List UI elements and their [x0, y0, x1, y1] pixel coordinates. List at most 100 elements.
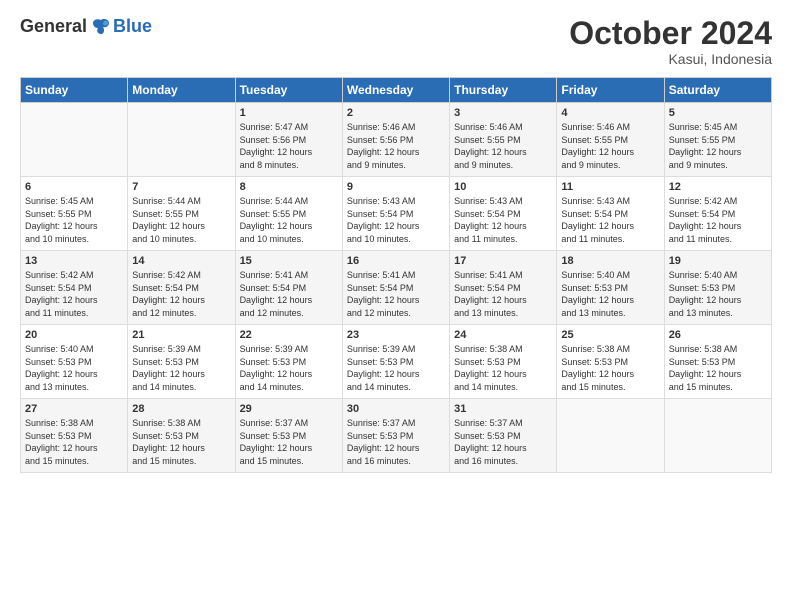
day-info: Sunrise: 5:47 AM Sunset: 5:56 PM Dayligh…	[240, 121, 338, 171]
header-wednesday: Wednesday	[342, 78, 449, 103]
day-info: Sunrise: 5:46 AM Sunset: 5:55 PM Dayligh…	[454, 121, 552, 171]
day-info: Sunrise: 5:46 AM Sunset: 5:56 PM Dayligh…	[347, 121, 445, 171]
day-info: Sunrise: 5:39 AM Sunset: 5:53 PM Dayligh…	[240, 343, 338, 393]
table-row: 17Sunrise: 5:41 AM Sunset: 5:54 PM Dayli…	[450, 251, 557, 325]
table-row: 21Sunrise: 5:39 AM Sunset: 5:53 PM Dayli…	[128, 325, 235, 399]
day-number: 12	[669, 181, 767, 193]
day-info: Sunrise: 5:38 AM Sunset: 5:53 PM Dayligh…	[132, 417, 230, 467]
day-number: 14	[132, 255, 230, 267]
day-info: Sunrise: 5:42 AM Sunset: 5:54 PM Dayligh…	[25, 269, 123, 319]
day-number: 24	[454, 329, 552, 341]
table-row: 28 Sunrise: 5:38 AM Sunset: 5:53 PM Dayli…	[128, 399, 235, 473]
day-info: Sunrise: 5:40 AM Sunset: 5:53 PM Dayligh…	[25, 343, 123, 393]
table-row: 29Sunrise: 5:37 AM Sunset: 5:53 PM Dayli…	[235, 399, 342, 473]
day-info: Sunrise: 5:40 AM Sunset: 5:53 PM Dayligh…	[561, 269, 659, 319]
day-info: Sunrise: 5:43 AM Sunset: 5:54 PM Dayligh…	[347, 195, 445, 245]
table-row: 18 Sunrise: 5:40 AM Sunset: 5:53 PM Dayli…	[557, 251, 664, 325]
day-number: 10	[454, 181, 552, 193]
day-info: Sunrise: 5:37 AM Sunset: 5:53 PM Dayligh…	[347, 417, 445, 467]
day-number: 26	[669, 329, 767, 341]
location: Kasui, Indonesia	[569, 51, 772, 67]
day-number: 4	[561, 107, 659, 119]
day-info: Sunrise: 5:44 AM Sunset: 5:55 PM Dayligh…	[240, 195, 338, 245]
table-row: 4 Sunrise: 5:46 AM Sunset: 5:55 PM Daylig…	[557, 103, 664, 177]
calendar-week-row: 6Sunrise: 5:45 AM Sunset: 5:55 PM Daylig…	[21, 177, 772, 251]
day-number: 16	[347, 255, 445, 267]
day-number: 31	[454, 403, 552, 415]
logo-general-text: General	[20, 16, 87, 37]
table-row	[128, 103, 235, 177]
day-number: 18	[561, 255, 659, 267]
day-number: 13	[25, 255, 123, 267]
day-info: Sunrise: 5:40 AM Sunset: 5:53 PM Dayligh…	[669, 269, 767, 319]
day-info: Sunrise: 5:42 AM Sunset: 5:54 PM Dayligh…	[132, 269, 230, 319]
calendar-week-row: 27Sunrise: 5:38 AM Sunset: 5:53 PM Dayli…	[21, 399, 772, 473]
day-number: 25	[561, 329, 659, 341]
calendar-week-row: 20Sunrise: 5:40 AM Sunset: 5:53 PM Dayli…	[21, 325, 772, 399]
header-monday: Monday	[128, 78, 235, 103]
logo-blue-text: Blue	[113, 16, 152, 37]
table-row: 12 Sunrise: 5:42 AM Sunset: 5:54 PM Dayli…	[664, 177, 771, 251]
header-saturday: Saturday	[664, 78, 771, 103]
table-row: 15 Sunrise: 5:41 AM Sunset: 5:54 PM Dayli…	[235, 251, 342, 325]
day-info: Sunrise: 5:41 AM Sunset: 5:54 PM Dayligh…	[454, 269, 552, 319]
day-info: Sunrise: 5:42 AM Sunset: 5:54 PM Dayligh…	[669, 195, 767, 245]
table-row: 2 Sunrise: 5:46 AM Sunset: 5:56 PM Daylig…	[342, 103, 449, 177]
calendar-week-row: 13 Sunrise: 5:42 AM Sunset: 5:54 PM Dayli…	[21, 251, 772, 325]
day-info: Sunrise: 5:38 AM Sunset: 5:53 PM Dayligh…	[25, 417, 123, 467]
header-friday: Friday	[557, 78, 664, 103]
table-row: 31 Sunrise: 5:37 AM Sunset: 5:53 PM Dayli…	[450, 399, 557, 473]
table-row	[664, 399, 771, 473]
table-row: 26 Sunrise: 5:38 AM Sunset: 5:53 PM Dayli…	[664, 325, 771, 399]
day-number: 1	[240, 107, 338, 119]
calendar-table: Sunday Monday Tuesday Wednesday Thursday…	[20, 77, 772, 473]
logo-bird-icon	[91, 18, 111, 36]
day-number: 15	[240, 255, 338, 267]
header-thursday: Thursday	[450, 78, 557, 103]
day-info: Sunrise: 5:41 AM Sunset: 5:54 PM Dayligh…	[240, 269, 338, 319]
table-row: 20Sunrise: 5:40 AM Sunset: 5:53 PM Dayli…	[21, 325, 128, 399]
month-title: October 2024	[569, 16, 772, 51]
table-row: 13 Sunrise: 5:42 AM Sunset: 5:54 PM Dayli…	[21, 251, 128, 325]
calendar-page: General Blue October 2024 Kasui, Indones…	[0, 0, 792, 612]
calendar-week-row: 1 Sunrise: 5:47 AM Sunset: 5:56 PM Daylig…	[21, 103, 772, 177]
table-row: 10 Sunrise: 5:43 AM Sunset: 5:54 PM Dayli…	[450, 177, 557, 251]
day-number: 7	[132, 181, 230, 193]
day-number: 19	[669, 255, 767, 267]
day-info: Sunrise: 5:39 AM Sunset: 5:53 PM Dayligh…	[347, 343, 445, 393]
table-row: 25 Sunrise: 5:38 AM Sunset: 5:53 PM Dayli…	[557, 325, 664, 399]
day-number: 23	[347, 329, 445, 341]
day-number: 28	[132, 403, 230, 415]
day-number: 2	[347, 107, 445, 119]
day-info: Sunrise: 5:38 AM Sunset: 5:53 PM Dayligh…	[669, 343, 767, 393]
day-number: 9	[347, 181, 445, 193]
table-row: 3Sunrise: 5:46 AM Sunset: 5:55 PM Daylig…	[450, 103, 557, 177]
calendar-header-row: Sunday Monday Tuesday Wednesday Thursday…	[21, 78, 772, 103]
day-number: 29	[240, 403, 338, 415]
title-section: October 2024 Kasui, Indonesia	[569, 16, 772, 67]
table-row: 24 Sunrise: 5:38 AM Sunset: 5:53 PM Dayli…	[450, 325, 557, 399]
table-row: 23 Sunrise: 5:39 AM Sunset: 5:53 PM Dayli…	[342, 325, 449, 399]
table-row: 5Sunrise: 5:45 AM Sunset: 5:55 PM Daylig…	[664, 103, 771, 177]
table-row: 19 Sunrise: 5:40 AM Sunset: 5:53 PM Dayli…	[664, 251, 771, 325]
day-number: 8	[240, 181, 338, 193]
table-row: 7Sunrise: 5:44 AM Sunset: 5:55 PM Daylig…	[128, 177, 235, 251]
table-row: 27Sunrise: 5:38 AM Sunset: 5:53 PM Dayli…	[21, 399, 128, 473]
day-number: 11	[561, 181, 659, 193]
table-row: 11Sunrise: 5:43 AM Sunset: 5:54 PM Dayli…	[557, 177, 664, 251]
day-info: Sunrise: 5:46 AM Sunset: 5:55 PM Dayligh…	[561, 121, 659, 171]
day-info: Sunrise: 5:37 AM Sunset: 5:53 PM Dayligh…	[454, 417, 552, 467]
day-info: Sunrise: 5:38 AM Sunset: 5:53 PM Dayligh…	[561, 343, 659, 393]
header-sunday: Sunday	[21, 78, 128, 103]
table-row: 14 Sunrise: 5:42 AM Sunset: 5:54 PM Dayli…	[128, 251, 235, 325]
day-number: 22	[240, 329, 338, 341]
table-row	[557, 399, 664, 473]
table-row: 9 Sunrise: 5:43 AM Sunset: 5:54 PM Daylig…	[342, 177, 449, 251]
day-info: Sunrise: 5:43 AM Sunset: 5:54 PM Dayligh…	[454, 195, 552, 245]
table-row: 22 Sunrise: 5:39 AM Sunset: 5:53 PM Dayli…	[235, 325, 342, 399]
day-number: 6	[25, 181, 123, 193]
day-info: Sunrise: 5:38 AM Sunset: 5:53 PM Dayligh…	[454, 343, 552, 393]
table-row	[21, 103, 128, 177]
table-row: 16Sunrise: 5:41 AM Sunset: 5:54 PM Dayli…	[342, 251, 449, 325]
day-number: 5	[669, 107, 767, 119]
